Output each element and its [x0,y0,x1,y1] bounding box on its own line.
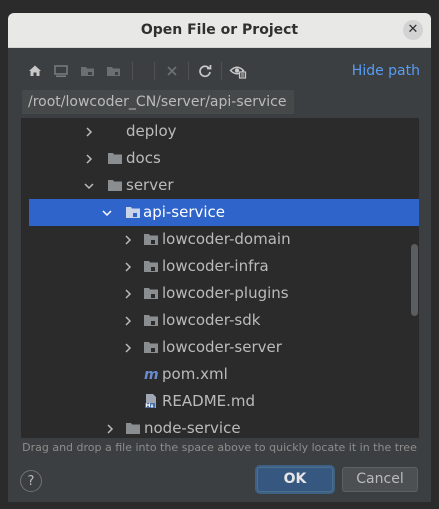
refresh-icon[interactable] [195,61,215,81]
tree-label: lowcoder-plugins [162,284,289,302]
folder-icon [125,420,141,436]
chevron-right-icon[interactable] [104,421,116,435]
module-folder-icon [143,339,159,355]
tree-row-node-service[interactable]: node-service [21,415,419,438]
home-icon[interactable] [25,61,45,81]
tree-label: deploy [126,122,177,140]
maven-file-icon: m [143,366,159,383]
module-folder-icon [125,204,141,220]
tree-row-readme-md[interactable]: README.md [21,388,419,415]
tree-row-deploy[interactable]: deploy [21,118,419,145]
chevron-right-icon[interactable] [122,259,134,273]
toolbar-separator [188,62,189,80]
folder-icon [107,150,123,166]
tree-label: README.md [162,392,256,410]
dialog-title: Open File or Project [140,22,299,38]
title-bar: Open File or Project ✕ [8,13,431,48]
chevron-down-icon[interactable] [101,205,113,219]
delete-icon[interactable] [162,61,182,81]
tree-label: pom.xml [162,365,228,383]
chevron-right-icon[interactable] [122,232,134,246]
toolbar-separator [132,62,133,80]
tree-row-lowcoder-infra[interactable]: lowcoder-infra [21,253,419,280]
chevron-right-icon[interactable] [83,151,95,165]
module-folder-icon [143,258,159,274]
tree-label: docs [126,149,161,167]
svg-text:m: m [144,367,159,382]
module-folder-icon [143,285,159,301]
project-folder-icon[interactable] [78,61,98,81]
tree-label: server [126,176,174,194]
drag-drop-hint: Drag and drop a file into the space abov… [22,441,417,454]
toolbar-separator [221,62,222,80]
module-folder-icon [143,231,159,247]
tree-label: lowcoder-infra [162,257,269,275]
chevron-right-icon[interactable] [122,313,134,327]
show-hidden-icon[interactable] [228,61,248,81]
tree-label: api-service [143,203,226,221]
help-button[interactable]: ? [20,470,42,492]
tree-label: lowcoder-domain [162,230,291,248]
cancel-button[interactable]: Cancel [342,467,418,492]
tree-row-server[interactable]: server [21,172,419,199]
toolbar-separator [154,62,155,80]
module-folder-icon[interactable] [104,61,124,81]
tree-label: node-service [144,419,241,437]
tree-label: lowcoder-server [162,338,282,356]
tree-row-lowcoder-server[interactable]: lowcoder-server [21,334,419,361]
path-input[interactable]: /root/lowcoder_CN/server/api-service [22,90,294,114]
tree-row-api-service[interactable]: api-service [29,199,419,226]
module-folder-icon [143,312,159,328]
open-file-dialog: Hide path /root/lowcoder_CN/server/api-s… [8,48,431,502]
tree-row-lowcoder-sdk[interactable]: lowcoder-sdk [21,307,419,334]
tree-row-pom-xml[interactable]: m pom.xml [21,361,419,388]
chevron-right-icon[interactable] [122,286,134,300]
chevron-right-icon[interactable] [83,124,95,138]
toolbar: Hide path [8,58,431,84]
tree-scrollbar[interactable] [411,244,418,316]
folder-icon [107,177,123,193]
tree-row-lowcoder-plugins[interactable]: lowcoder-plugins [21,280,419,307]
hide-path-link[interactable]: Hide path [352,63,420,79]
desktop-icon[interactable] [51,61,71,81]
markdown-file-icon [143,393,159,409]
chevron-down-icon[interactable] [83,178,95,192]
tree-label: lowcoder-sdk [162,311,261,329]
chevron-right-icon[interactable] [122,340,134,354]
tree-row-lowcoder-domain[interactable]: lowcoder-domain [21,226,419,253]
tree-row-docs[interactable]: docs [21,145,419,172]
close-button[interactable]: ✕ [403,20,423,40]
ok-button[interactable]: OK [257,467,333,492]
file-tree[interactable]: deploy docs server api-service lowcoder-… [21,118,419,438]
